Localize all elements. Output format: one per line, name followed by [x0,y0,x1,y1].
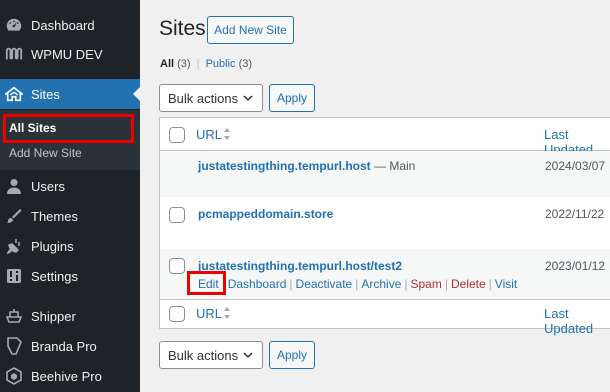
menu-label-dashboard: Dashboard [31,17,95,33]
beehive-icon [5,367,23,385]
select-all-checkbox[interactable] [169,127,185,143]
shipper-icon [5,307,23,325]
filter-separator: | [196,58,200,70]
menu-label-shipper: Shipper [31,308,76,324]
column-url-footer[interactable]: URL [196,306,222,321]
menu-item-branda[interactable]: Branda Pro [0,331,140,361]
sort-icon[interactable] [222,306,232,320]
menu-label-sites: Sites [31,86,60,102]
dashboard-link[interactable]: Dashboard [228,277,287,291]
highlight-box-edit [187,271,226,295]
filter-public[interactable]: Public [206,58,236,70]
site-last-updated: 2024/03/07 [545,159,606,173]
action-separator: | [488,277,492,291]
add-new-site-button[interactable]: Add New Site [207,16,294,44]
themes-icon [5,207,23,225]
site-url-link[interactable]: justatestingthing.tempurl.host — Main [198,159,415,173]
table-row: pcmappeddomain.store 2022/11/22 [160,197,610,249]
menu-item-users[interactable]: Users [0,171,140,201]
menu-item-sites[interactable]: Sites [0,79,140,109]
sites-table: URL Last Updated justatestingthing.tempu… [159,117,610,336]
apply-button-bottom[interactable]: Apply [269,341,315,369]
filter-public-count: (3) [238,58,253,70]
delete-link[interactable]: Delete [451,277,486,291]
highlight-box-all-sites [3,114,134,143]
menu-item-shipper[interactable]: Shipper [0,301,140,331]
menu-label-plugins: Plugins [31,238,74,254]
spam-link[interactable]: Spam [411,277,442,291]
select-all-checkbox-footer[interactable] [169,306,185,322]
visit-link[interactable]: Visit [495,277,517,291]
branda-icon [5,337,23,355]
sites-icon [5,85,23,103]
bulk-actions-select-bottom[interactable]: Bulk actions [159,341,263,369]
chevron-down-icon [243,352,253,359]
sort-icon[interactable] [222,127,232,141]
menu-item-settings[interactable]: Settings [0,261,140,291]
column-last-updated-footer[interactable]: Last Updated [544,306,610,336]
filter-all[interactable]: All [160,58,174,70]
bulk-actions-label: Bulk actions [168,347,239,363]
users-icon [5,177,23,195]
status-filters: All (3) | Public (3) [160,58,252,70]
action-separator: | [355,277,359,291]
site-main-note: — Main [370,159,416,173]
row-checkbox[interactable] [169,207,185,223]
dashboard-icon [5,16,23,34]
menu-label-themes: Themes [31,208,78,224]
site-url-link[interactable]: justatestingthing.tempurl.host/test2 [198,259,402,273]
apply-button-top[interactable]: Apply [269,84,315,112]
action-separator: | [289,277,293,291]
admin-sidebar: Dashboard WPMU DEV Sites All Sites Add N… [0,0,140,392]
filter-all-count: (3) [177,58,191,70]
action-separator: | [404,277,408,291]
table-header: URL Last Updated [160,118,610,157]
wpmudev-icon [5,45,23,63]
menu-item-wpmudev[interactable]: WPMU DEV [0,39,140,69]
site-url-link[interactable]: pcmappeddomain.store [198,207,333,221]
main-content: Sites Add New Site All (3) | Public (3) … [140,0,610,392]
row-checkbox[interactable] [169,258,185,274]
page-title: Sites [159,17,206,40]
row-actions: Edit Dashboard | Deactivate | Archive | … [189,277,517,291]
menu-label-beehive: Beehive Pro [31,368,102,384]
column-url-header[interactable]: URL [196,127,222,142]
menu-item-themes[interactable]: Themes [0,201,140,231]
chevron-down-icon [243,95,253,102]
action-separator: | [444,277,448,291]
menu-item-beehive[interactable]: Beehive Pro [0,361,140,391]
menu-item-plugins[interactable]: Plugins [0,231,140,261]
site-last-updated: 2023/01/12 [545,259,606,273]
menu-label-branda: Branda Pro [31,338,97,354]
menu-label-wpmudev: WPMU DEV [31,46,103,62]
site-last-updated: 2022/11/22 [545,207,605,221]
table-footer: URL Last Updated [160,299,610,336]
table-row: justatestingthing.tempurl.host/test2 202… [160,249,610,299]
menu-item-dashboard[interactable]: Dashboard [0,10,140,40]
table-row: justatestingthing.tempurl.host — Main 20… [160,151,610,197]
bulk-actions-label: Bulk actions [168,90,239,106]
bulk-actions-select-top[interactable]: Bulk actions [159,84,263,112]
menu-label-settings: Settings [31,268,78,284]
plugins-icon [5,237,23,255]
menu-label-users: Users [31,178,65,194]
deactivate-link[interactable]: Deactivate [296,277,353,291]
archive-link[interactable]: Archive [361,277,401,291]
submenu-add-new-site[interactable]: Add New Site [9,146,82,160]
settings-icon [5,267,23,285]
